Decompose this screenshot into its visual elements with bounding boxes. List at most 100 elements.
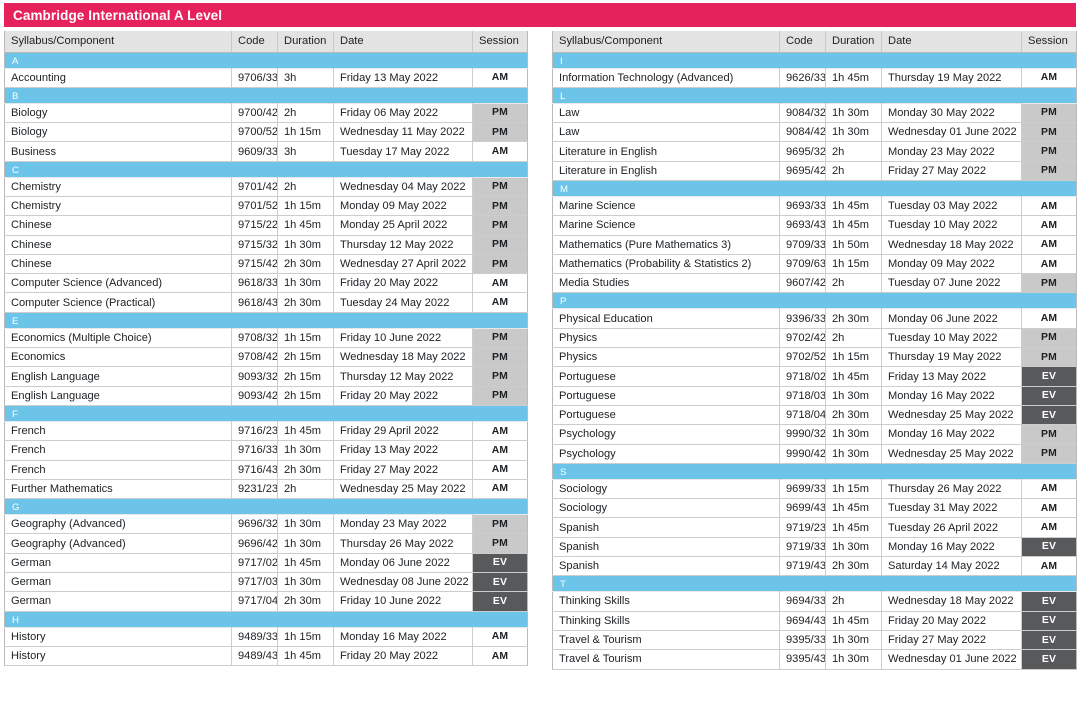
- cell-duration: 1h 15m: [825, 253, 882, 275]
- cell-code: 9489/33: [231, 626, 278, 647]
- column-header-session: Session: [472, 31, 528, 53]
- table-row: French 9716/33 1h 30m Friday 13 May 2022 AM: [4, 440, 528, 461]
- cell-code: 9715/32: [231, 234, 278, 255]
- cell-duration: 2h: [277, 102, 334, 124]
- session-badge: AM: [1021, 308, 1077, 329]
- cell-code: 9694/43: [779, 610, 826, 631]
- cell-duration: 1h 30m: [825, 102, 882, 124]
- table-row: Portuguese 9718/03 1h 30m Monday 16 May 202…: [552, 385, 1077, 406]
- cell-date: Wednesday 25 May 2022: [881, 404, 1022, 426]
- cell-duration: 1h 15m: [277, 195, 334, 217]
- cell-duration: 2h 30m: [277, 253, 334, 275]
- cell-date: Wednesday 04 May 2022: [333, 176, 473, 197]
- cell-code: 9395/33: [779, 629, 826, 651]
- session-badge: PM: [472, 385, 528, 406]
- cell-code: 9699/33: [779, 478, 826, 500]
- session-badge: EV: [1021, 536, 1077, 558]
- cell-duration: 1h 45m: [277, 645, 334, 667]
- cell-syllabus: Spanish: [552, 536, 780, 558]
- column-header-code: Code: [231, 31, 278, 53]
- cell-syllabus: Geography (Advanced): [4, 514, 232, 535]
- cell-duration: 2h 30m: [277, 459, 334, 480]
- cell-date: Monday 09 May 2022: [333, 195, 473, 217]
- alpha-section-band: A: [4, 52, 528, 68]
- column-header-date: Date: [333, 31, 473, 53]
- cell-code: 9093/32: [231, 366, 278, 387]
- alpha-section-band: B: [4, 87, 528, 104]
- cell-syllabus: Chemistry: [4, 195, 232, 217]
- cell-code: 9717/03: [231, 572, 278, 593]
- cell-date: Friday 06 May 2022: [333, 102, 473, 124]
- cell-date: Thursday 19 May 2022: [881, 347, 1022, 368]
- cell-syllabus: History: [4, 645, 232, 667]
- cell-date: Monday 16 May 2022: [881, 424, 1022, 445]
- cell-date: Thursday 12 May 2022: [333, 234, 473, 255]
- cell-syllabus: Physical Education: [552, 308, 780, 329]
- cell-code: 9717/04: [231, 591, 278, 612]
- column-header-duration: Duration: [825, 31, 882, 53]
- cell-syllabus: Economics (Multiple Choice): [4, 327, 232, 349]
- cell-date: Saturday 14 May 2022: [881, 556, 1022, 577]
- cell-syllabus: Spanish: [552, 556, 780, 577]
- cell-duration: 2h: [825, 160, 882, 181]
- session-badge: AM: [472, 459, 528, 480]
- session-badge: AM: [472, 273, 528, 294]
- cell-duration: 1h 45m: [825, 498, 882, 519]
- alpha-section-band: C: [4, 161, 528, 178]
- cell-syllabus: Thinking Skills: [552, 591, 780, 612]
- cell-code: 9716/33: [231, 440, 278, 461]
- session-badge: PM: [1021, 347, 1077, 368]
- table-row: French 9716/43 2h 30m Friday 27 May 2022 AM: [4, 459, 528, 480]
- table-row: Information Technology (Advanced) 9626/33…: [552, 67, 1077, 88]
- cell-code: 9718/03: [779, 385, 826, 406]
- cell-date: Monday 25 April 2022: [333, 215, 473, 236]
- cell-syllabus: Further Mathematics: [4, 478, 232, 500]
- cell-syllabus: Portuguese: [552, 404, 780, 426]
- session-badge: PM: [472, 327, 528, 349]
- cell-syllabus: Psychology: [552, 443, 780, 464]
- alpha-section-letter: E: [4, 312, 528, 329]
- cell-date: Friday 27 May 2022: [333, 459, 473, 480]
- table-row: Geography (Advanced) 9696/32 1h 30m Monday …: [4, 514, 528, 535]
- session-badge: PM: [472, 234, 528, 255]
- cell-syllabus: Portuguese: [552, 366, 780, 387]
- cell-code: 9701/42: [231, 176, 278, 197]
- cell-duration: 2h: [825, 273, 882, 294]
- cell-code: 9618/43: [231, 292, 278, 313]
- alpha-section-band: L: [552, 87, 1077, 104]
- session-badge: EV: [1021, 404, 1077, 426]
- cell-syllabus: Chemistry: [4, 176, 232, 197]
- alpha-section-band: F: [4, 405, 528, 422]
- cell-date: Wednesday 01 June 2022: [881, 122, 1022, 143]
- cell-date: Wednesday 18 May 2022: [881, 234, 1022, 255]
- column-header-syllabus: Syllabus/Component: [552, 31, 780, 53]
- session-badge: AM: [472, 292, 528, 313]
- table-row: Law 9084/42 1h 30m Wednesday 01 June 2022 PM: [552, 122, 1077, 143]
- table-row: Literature in English 9695/32 2h Monday 23 …: [552, 141, 1077, 162]
- session-badge: PM: [1021, 122, 1077, 143]
- cell-syllabus: Marine Science: [552, 215, 780, 236]
- alpha-section-letter: S: [552, 463, 1077, 480]
- cell-code: 9715/42: [231, 253, 278, 275]
- cell-syllabus: Business: [4, 141, 232, 162]
- cell-code: 9618/33: [231, 273, 278, 294]
- cell-duration: 1h 45m: [277, 552, 334, 574]
- table-row: History 9489/43 1h 45m Friday 20 May 2022 AM: [4, 645, 528, 667]
- cell-duration: 2h 30m: [825, 404, 882, 426]
- cell-date: Tuesday 26 April 2022: [881, 517, 1022, 538]
- table-row: Portuguese 9718/04 2h 30m Wednesday 25 May …: [552, 404, 1077, 426]
- cell-date: Tuesday 31 May 2022: [881, 498, 1022, 519]
- table-row: Spanish 9719/43 2h 30m Saturday 14 May 2022…: [552, 556, 1077, 577]
- cell-duration: 1h 15m: [825, 347, 882, 368]
- cell-duration: 1h 15m: [277, 122, 334, 143]
- alpha-section-band: S: [552, 463, 1077, 480]
- session-badge: AM: [1021, 253, 1077, 275]
- cell-date: Tuesday 24 May 2022: [333, 292, 473, 313]
- qualification-title-bar: Cambridge International A Level: [4, 3, 1076, 27]
- cell-code: 9695/32: [779, 141, 826, 162]
- cell-duration: 1h 30m: [825, 629, 882, 651]
- cell-date: Wednesday 25 May 2022: [333, 478, 473, 500]
- session-badge: AM: [1021, 215, 1077, 236]
- cell-syllabus: Biology: [4, 122, 232, 143]
- session-badge: AM: [1021, 556, 1077, 577]
